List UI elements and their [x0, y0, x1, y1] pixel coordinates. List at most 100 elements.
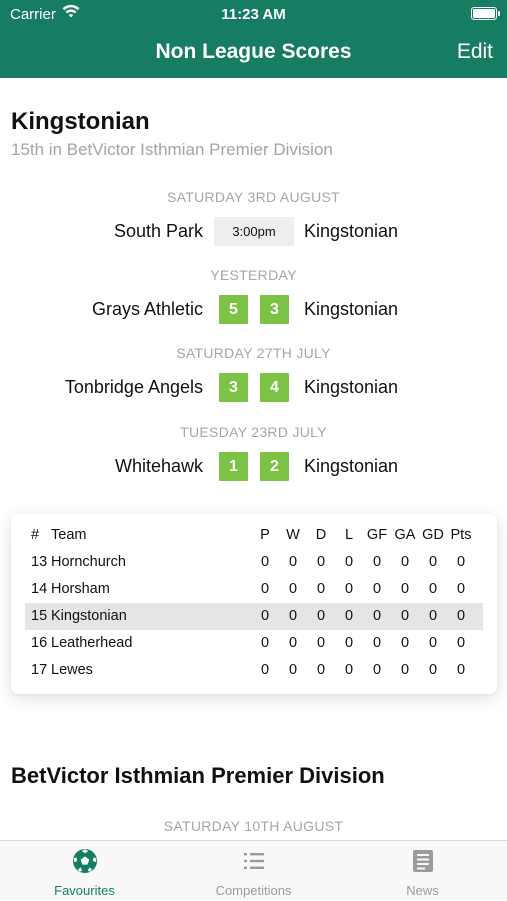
fixture-date: SATURDAY 3RD AUGUST: [167, 189, 340, 205]
team-name: Kingstonian: [11, 108, 150, 135]
home-team: Whitehawk: [114, 456, 203, 476]
header-played: P: [260, 527, 270, 543]
row-team: Horsham: [51, 581, 110, 597]
fixture-date: SATURDAY 27TH JULY: [176, 345, 331, 361]
away-score: 3: [260, 295, 289, 324]
row-points: 0: [456, 554, 466, 570]
row-played: 0: [260, 554, 270, 570]
tab-bar: Favourites Competitions News: [0, 840, 507, 900]
row-goals-against: 0: [400, 554, 410, 570]
header-lost: L: [344, 527, 354, 543]
fixture-row[interactable]: Tonbridge Angels 3 4 Kingstonian: [0, 373, 507, 403]
header-goals-for: GF: [366, 527, 388, 543]
row-goals-for: 0: [372, 608, 382, 624]
table-row[interactable]: 17 Lewes 0 0 0 0 0 0 0 0: [25, 657, 483, 684]
row-goals-for: 0: [372, 581, 382, 597]
table-row[interactable]: 14 Horsham 0 0 0 0 0 0 0 0: [25, 576, 483, 603]
row-pos: 14: [31, 581, 48, 597]
table-header-row: # Team P W D L GF GA GD Pts: [25, 522, 483, 549]
fixture-date: TUESDAY 23RD JULY: [180, 424, 327, 440]
row-played: 0: [260, 635, 270, 651]
row-pos: 13: [31, 554, 48, 570]
row-points: 0: [456, 662, 466, 678]
row-goal-difference: 0: [428, 554, 438, 570]
row-goals-against: 0: [400, 608, 410, 624]
row-points: 0: [456, 608, 466, 624]
header-goals-against: GA: [394, 527, 416, 543]
row-goals-against: 0: [400, 581, 410, 597]
row-played: 0: [260, 608, 270, 624]
row-drawn: 0: [316, 554, 326, 570]
header-team: Team: [51, 527, 87, 543]
row-goals-against: 0: [400, 635, 410, 651]
away-score: 4: [260, 373, 289, 402]
row-goals-for: 0: [372, 554, 382, 570]
football-icon: [72, 848, 98, 874]
away-team: Kingstonian: [304, 456, 399, 476]
row-goal-difference: 0: [428, 662, 438, 678]
row-drawn: 0: [316, 608, 326, 624]
row-goals-for: 0: [372, 635, 382, 651]
row-won: 0: [288, 635, 298, 651]
tab-news[interactable]: News: [338, 841, 507, 901]
league-table-card[interactable]: # Team P W D L GF GA GD Pts 13 Hornchurc…: [11, 514, 497, 694]
fixture-date: SATURDAY 10TH AUGUST: [163, 818, 344, 834]
row-won: 0: [288, 662, 298, 678]
row-lost: 0: [344, 554, 354, 570]
row-team: Hornchurch: [51, 554, 126, 570]
header-pos: #: [31, 527, 40, 543]
fixture-row[interactable]: Grays Athletic 5 3 Kingstonian: [0, 295, 507, 325]
row-team: Leatherhead: [51, 635, 133, 651]
row-pos: 16: [31, 635, 48, 651]
league-section-title: BetVictor Isthmian Premier Division: [11, 763, 385, 788]
row-played: 0: [260, 662, 270, 678]
fixture-row[interactable]: South Park 3:00pm Kingstonian: [0, 217, 507, 247]
away-team: Kingstonian: [304, 299, 399, 319]
fixture-row[interactable]: Whitehawk 1 2 Kingstonian: [0, 452, 507, 482]
row-goals-for: 0: [372, 662, 382, 678]
table-row[interactable]: 13 Hornchurch 0 0 0 0 0 0 0 0: [25, 549, 483, 576]
row-goal-difference: 0: [428, 581, 438, 597]
row-goals-against: 0: [400, 662, 410, 678]
header-won: W: [286, 527, 300, 543]
row-goal-difference: 0: [428, 635, 438, 651]
home-team: Tonbridge Angels: [64, 377, 203, 397]
favourites-content[interactable]: Kingstonian 15th in BetVictor Isthmian P…: [0, 78, 507, 840]
header-points: Pts: [450, 527, 472, 543]
newspaper-icon: [410, 848, 436, 874]
away-team: Kingstonian: [304, 221, 399, 241]
table-row[interactable]: 16 Leatherhead 0 0 0 0 0 0 0 0: [25, 630, 483, 657]
tab-label: Favourites: [54, 883, 115, 898]
row-points: 0: [456, 581, 466, 597]
home-team: South Park: [113, 221, 203, 241]
status-bar: Carrier 11:23 AM: [0, 0, 507, 28]
row-lost: 0: [344, 662, 354, 678]
row-team: Lewes: [51, 662, 93, 678]
row-team: Kingstonian: [51, 608, 127, 624]
tab-competitions[interactable]: Competitions: [169, 841, 338, 901]
row-pos: 15: [31, 608, 48, 624]
edit-button[interactable]: Edit: [457, 40, 493, 64]
tab-favourites[interactable]: Favourites: [0, 841, 169, 901]
row-points: 0: [456, 635, 466, 651]
row-won: 0: [288, 608, 298, 624]
home-score: 5: [219, 295, 248, 324]
row-pos: 17: [31, 662, 48, 678]
tab-label: Competitions: [215, 883, 292, 898]
fixture-date: YESTERDAY: [210, 267, 297, 283]
row-lost: 0: [344, 581, 354, 597]
team-league-position: 15th in BetVictor Isthmian Premier Divis…: [11, 140, 333, 159]
away-team: Kingstonian: [304, 377, 399, 397]
away-score: 2: [260, 452, 289, 481]
row-goal-difference: 0: [428, 608, 438, 624]
home-team: Grays Athletic: [91, 299, 203, 319]
row-drawn: 0: [316, 662, 326, 678]
row-drawn: 0: [316, 581, 326, 597]
row-lost: 0: [344, 608, 354, 624]
header-drawn: D: [315, 527, 327, 543]
header-goal-difference: GD: [422, 527, 444, 543]
table-row-highlighted[interactable]: 15 Kingstonian 0 0 0 0 0 0 0 0: [25, 603, 483, 630]
nav-title: Non League Scores: [155, 40, 352, 63]
tab-label: News: [406, 883, 439, 898]
row-won: 0: [288, 581, 298, 597]
